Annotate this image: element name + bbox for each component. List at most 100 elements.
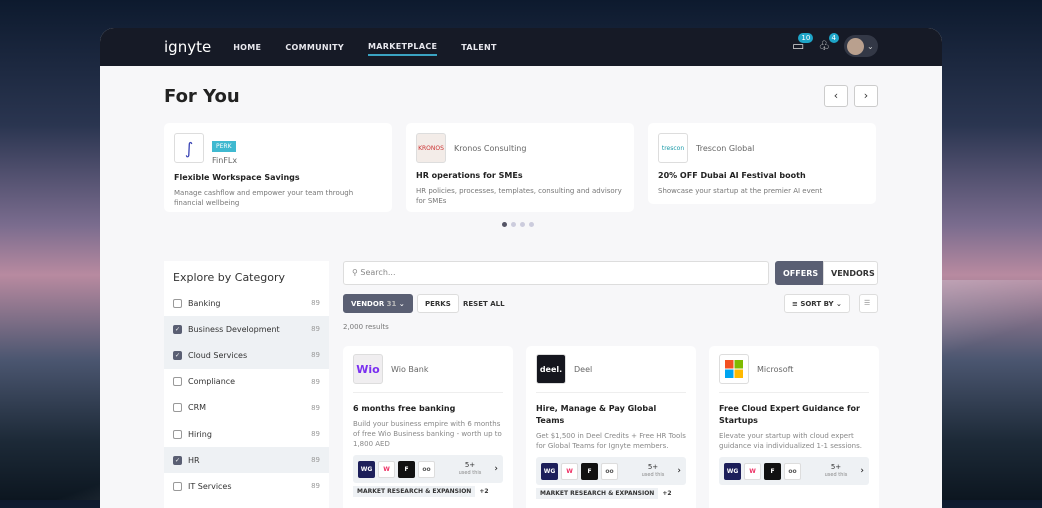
category-item[interactable]: IT Services 89 — [164, 473, 329, 499]
sort-label: SORT BY — [800, 300, 834, 308]
nav-talent[interactable]: TALENT — [461, 40, 497, 55]
checkbox[interactable] — [173, 429, 182, 439]
offer-title: 6 months free banking — [353, 404, 456, 413]
offer-title: Free Cloud Expert Guidance for Startups — [719, 404, 860, 425]
carousel-dot[interactable] — [511, 222, 516, 227]
microsoft-logo — [719, 354, 749, 384]
search-input[interactable]: ⚲ Search... — [343, 261, 769, 285]
offer-card[interactable]: Microsoft Free Cloud Expert Guidance for… — [709, 346, 879, 508]
carousel-dots — [502, 222, 534, 227]
member-logo: WG — [724, 462, 741, 480]
category-item[interactable]: Banking 89 — [164, 290, 329, 316]
nav-community[interactable]: COMMUNITY — [285, 40, 344, 55]
vendor-label: VENDOR — [351, 300, 385, 308]
next-button[interactable]: › — [854, 85, 878, 107]
category-label: Hiring — [188, 429, 212, 439]
member-logo: oo — [784, 462, 801, 480]
member-logo: F — [581, 462, 598, 480]
category-item[interactable]: CRM 89 — [164, 395, 329, 421]
category-label: Business Development — [188, 324, 280, 334]
bell-icon[interactable]: ♧ 4 — [818, 32, 839, 54]
used-count: 5+ used this — [641, 463, 665, 478]
category-tag: MARKET RESEARCH & EXPANSION — [536, 488, 659, 499]
chevron-down-icon: ⌄ — [867, 41, 874, 51]
chevron-right-icon: › — [494, 464, 498, 474]
search-placeholder: Search... — [360, 268, 396, 277]
member-logo: WG — [358, 460, 375, 478]
category-item[interactable]: ✓ Business Development 89 — [164, 316, 329, 343]
page-title: For You — [164, 86, 240, 107]
used-by-row[interactable]: WG W Foo 5+ used this › — [536, 457, 686, 485]
used-by-row[interactable]: WG W Foo 5+ used this › — [719, 457, 869, 485]
used-by-row[interactable]: WG W Foo 5+ used this › — [353, 455, 503, 483]
category-count: 89 — [311, 403, 320, 412]
sidebar-title: Explore by Category — [173, 271, 286, 284]
featured-card[interactable]: ∫ PERK FinFLx Flexible Workspace Savings … — [164, 123, 392, 212]
vendor-filter[interactable]: VENDOR 31 ⌄ — [343, 294, 413, 313]
member-logo: F — [398, 460, 415, 478]
featured-card[interactable]: trescon Trescon Global 20% OFF Dubai AI F… — [648, 123, 876, 204]
trescon-logo: trescon — [658, 133, 688, 163]
featured-card[interactable]: KRONOS Kronos Consulting HR operations fo… — [406, 123, 634, 212]
perks-filter[interactable]: PERKS — [417, 294, 459, 313]
nav-marketplace[interactable]: MARKETPLACE — [368, 39, 438, 56]
member-logo: WG — [541, 462, 558, 480]
offer-desc: Manage cashflow and empower your team th… — [174, 189, 354, 207]
category-sidebar: Explore by Category Banking 89 ✓ Business D… — [164, 261, 329, 508]
vendor-name: Wio Bank — [391, 364, 429, 374]
used-count: 5+ used this — [824, 463, 848, 478]
category-label: IT Services — [188, 481, 232, 491]
offer-card[interactable]: Wio Wio Bank 6 months free banking Build … — [343, 346, 513, 508]
offer-title: HR operations for SMEs — [416, 171, 523, 180]
logo[interactable]: ignyte — [164, 38, 211, 56]
results-count: 2,000 results — [343, 323, 389, 331]
checkbox[interactable]: ✓ — [173, 455, 182, 465]
category-count: 89 — [311, 377, 320, 386]
vendor-name: Trescon Global — [696, 143, 755, 153]
category-item[interactable]: ✓ HR 89 — [164, 447, 329, 474]
vendor-name: Microsoft — [757, 364, 794, 374]
offer-desc: Build your business empire with 6 months… — [353, 420, 502, 448]
offer-desc: Showcase your startup at the premier AI … — [658, 187, 823, 195]
carousel-dot[interactable] — [502, 222, 507, 227]
category-label: Banking — [188, 298, 221, 308]
member-logo: oo — [418, 460, 435, 478]
prev-button[interactable]: ‹ — [824, 85, 848, 107]
user-menu[interactable]: ⌄ — [844, 35, 878, 57]
kronos-logo: KRONOS — [416, 133, 446, 163]
wio-logo: Wio — [353, 354, 383, 384]
offers-toggle[interactable]: OFFERS — [775, 261, 823, 285]
vendors-toggle[interactable]: VENDORS — [823, 261, 878, 285]
vendor-name: Kronos Consulting — [454, 143, 527, 153]
offer-title: Hire, Manage & Pay Global Teams — [536, 404, 657, 425]
offer-desc: Get $1,500 in Deel Credits + Free HR Too… — [536, 432, 686, 450]
reset-all-button[interactable]: RESET ALL — [455, 294, 513, 313]
carousel-dot[interactable] — [520, 222, 525, 227]
checkbox[interactable] — [173, 377, 182, 387]
member-logo: F — [764, 462, 781, 480]
messages-badge: 10 — [798, 32, 814, 43]
checkbox[interactable]: ✓ — [173, 324, 182, 334]
checkbox[interactable] — [173, 403, 182, 413]
category-count: 89 — [311, 299, 320, 308]
sort-button[interactable]: ≡ SORT BY ⌄ — [784, 294, 850, 313]
notifications-badge: 4 — [828, 32, 839, 43]
category-label: CRM — [188, 403, 207, 413]
checkbox[interactable] — [173, 298, 182, 308]
carousel-dot[interactable] — [529, 222, 534, 227]
deel-logo: deel. — [536, 354, 566, 384]
offer-title: Flexible Workspace Savings — [174, 173, 300, 182]
category-item[interactable]: Hiring 89 — [164, 421, 329, 447]
vendor-count: 31 — [386, 300, 397, 308]
member-logo: W — [378, 460, 395, 478]
category-item[interactable]: Compliance 89 — [164, 369, 329, 395]
perk-badge: PERK — [212, 141, 236, 152]
checkbox[interactable]: ✓ — [173, 350, 182, 360]
checkbox[interactable] — [173, 481, 182, 491]
messages-icon[interactable]: ▭ 10 — [792, 32, 814, 54]
avatar — [847, 37, 864, 55]
nav-home[interactable]: HOME — [233, 40, 261, 55]
list-view-button[interactable]: ☰ — [859, 294, 878, 313]
category-item[interactable]: ✓ Cloud Services 89 — [164, 342, 329, 369]
offer-card[interactable]: deel. Deel Hire, Manage & Pay Global Team… — [526, 346, 696, 508]
